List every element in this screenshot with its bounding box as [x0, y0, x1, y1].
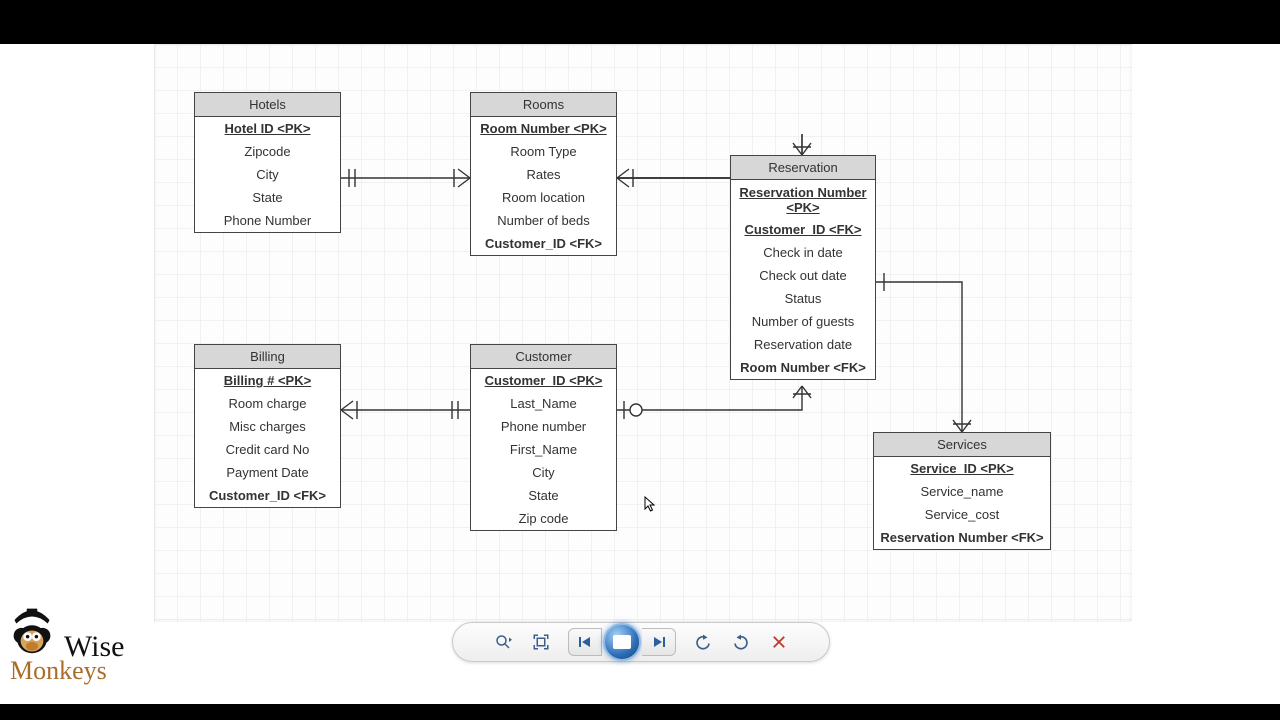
- rooms-attr: Room location: [471, 186, 616, 209]
- entity-rooms-title: Rooms: [471, 93, 616, 117]
- services-pk: Service_ID <PK>: [874, 457, 1050, 480]
- skip-back-icon: [578, 635, 592, 649]
- reservation-attr: Status: [731, 287, 875, 310]
- canvas-grid[interactable]: Hotels Hotel ID <PK> Zipcode City State …: [154, 44, 1132, 622]
- rooms-attr: Rates: [471, 163, 616, 186]
- letterbox-bottom: [0, 704, 1280, 720]
- entity-billing-title: Billing: [195, 345, 340, 369]
- billing-fk: Customer_ID <FK>: [195, 484, 340, 507]
- entity-services-title: Services: [874, 433, 1050, 457]
- hotels-attr: City: [195, 163, 340, 186]
- entity-rooms[interactable]: Rooms Room Number <PK> Room Type Rates R…: [470, 92, 617, 256]
- player-toolbar: [452, 622, 830, 662]
- customer-attr: First_Name: [471, 438, 616, 461]
- entity-services[interactable]: Services Service_ID <PK> Service_name Se…: [873, 432, 1051, 550]
- billing-attr: Payment Date: [195, 461, 340, 484]
- letterbox-top: [0, 0, 1280, 44]
- entity-billing[interactable]: Billing Billing # <PK> Room charge Misc …: [194, 344, 341, 508]
- services-attr: Service_name: [874, 480, 1050, 503]
- entity-hotels-title: Hotels: [195, 93, 340, 117]
- reservation-attr: Reservation date: [731, 333, 875, 356]
- customer-attr: State: [471, 484, 616, 507]
- reservation-attr: Check in date: [731, 241, 875, 264]
- fit-button[interactable]: [530, 631, 552, 653]
- rooms-attr: Number of beds: [471, 209, 616, 232]
- customer-pk: Customer_ID <PK>: [471, 369, 616, 392]
- zoom-button[interactable]: [492, 631, 514, 653]
- fit-icon: [532, 633, 550, 651]
- next-button[interactable]: [642, 628, 676, 656]
- reservation-attr: Check out date: [731, 264, 875, 287]
- hotels-attr: Phone Number: [195, 209, 340, 232]
- rooms-pk: Room Number <PK>: [471, 117, 616, 140]
- cursor-icon: [644, 496, 656, 514]
- play-button-wrap: [602, 628, 642, 656]
- reservation-pk1: Reservation Number <PK>: [731, 180, 875, 218]
- play-button[interactable]: [603, 623, 641, 661]
- prev-next-group: [568, 628, 676, 656]
- services-attr: Service_cost: [874, 503, 1050, 526]
- billing-attr: Room charge: [195, 392, 340, 415]
- hotels-pk: Hotel ID <PK>: [195, 117, 340, 140]
- redo-button[interactable]: [730, 631, 752, 653]
- entity-customer-title: Customer: [471, 345, 616, 369]
- rooms-attr: Room Type: [471, 140, 616, 163]
- customer-attr: Last_Name: [471, 392, 616, 415]
- reservation-fk: Room Number <FK>: [731, 356, 875, 379]
- undo-button[interactable]: [692, 631, 714, 653]
- er-diagram: Hotels Hotel ID <PK> Zipcode City State …: [154, 44, 1132, 622]
- logo-text-2: Monkeys: [10, 658, 184, 684]
- billing-pk: Billing # <PK>: [195, 369, 340, 392]
- redo-icon: [732, 633, 750, 651]
- hotels-attr: Zipcode: [195, 140, 340, 163]
- prev-button[interactable]: [568, 628, 602, 656]
- skip-forward-icon: [652, 635, 666, 649]
- entity-reservation[interactable]: Reservation Reservation Number <PK> Cust…: [730, 155, 876, 380]
- hotels-attr: State: [195, 186, 340, 209]
- entity-hotels[interactable]: Hotels Hotel ID <PK> Zipcode City State …: [194, 92, 341, 233]
- zoom-icon: [494, 633, 512, 651]
- customer-attr: Zip code: [471, 507, 616, 530]
- reservation-attr: Number of guests: [731, 310, 875, 333]
- undo-icon: [694, 633, 712, 651]
- close-icon: [770, 633, 788, 651]
- customer-attr: Phone number: [471, 415, 616, 438]
- rooms-fk: Customer_ID <FK>: [471, 232, 616, 255]
- stage: Hotels Hotel ID <PK> Zipcode City State …: [0, 44, 1280, 704]
- entity-customer[interactable]: Customer Customer_ID <PK> Last_Name Phon…: [470, 344, 617, 531]
- screen-icon: [613, 635, 631, 649]
- services-fk: Reservation Number <FK>: [874, 526, 1050, 549]
- billing-attr: Credit card No: [195, 438, 340, 461]
- billing-attr: Misc charges: [195, 415, 340, 438]
- monkey-icon: [4, 606, 60, 662]
- entity-reservation-title: Reservation: [731, 156, 875, 180]
- reservation-pk2: Customer_ID <FK>: [731, 218, 875, 241]
- customer-attr: City: [471, 461, 616, 484]
- close-button[interactable]: [768, 631, 790, 653]
- wise-monkeys-logo: Wise Monkeys: [4, 606, 184, 684]
